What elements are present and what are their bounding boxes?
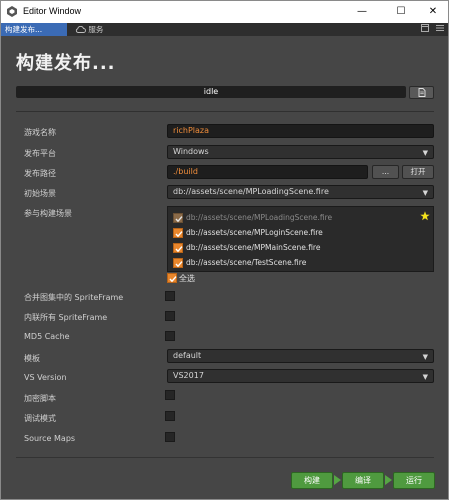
editor-window: Editor Window — ☐ ✕ 构建发布... 服务 构建发布... i… [0,0,449,500]
scene-path: db://assets/scene/TestScene.fire [186,258,307,267]
game-name-label: 游戏名称 [24,128,56,137]
vs-version-select[interactable]: VS2017 ▼ [167,369,434,383]
vs-version-label: VS Version [24,373,67,382]
tab-tools [421,24,444,34]
menu-icon[interactable] [436,24,444,32]
build-status: idle [203,87,219,96]
checkmark-icon [175,261,183,268]
scene-checkbox[interactable] [173,243,183,253]
source-maps-checkbox[interactable] [165,432,175,442]
cocos-logo-icon [7,6,17,17]
template-select[interactable]: default ▼ [167,349,434,363]
game-name-input[interactable]: richPlaza [167,124,434,138]
dropdown-arrow-icon: ▼ [422,373,428,381]
build-path-label: 发布路径 [24,169,56,178]
debug-mode-checkbox[interactable] [165,411,175,421]
platform-label: 发布平台 [24,149,56,158]
scene-path: db://assets/scene/MPLoginScene.fire [186,228,323,237]
page-title: 构建发布... [16,53,116,74]
cloud-icon [75,25,86,33]
dropdown-arrow-icon: ▼ [422,353,428,361]
tab-services[interactable]: 服务 [75,23,103,36]
run-button[interactable]: 运行 [393,472,435,489]
select-all-label[interactable]: 全选 [179,273,195,284]
scene-path: db://assets/scene/MPLoadingScene.fire [186,213,333,222]
template-label: 模板 [24,354,40,363]
template-value: default [173,351,202,360]
select-all-checkbox[interactable] [167,273,177,283]
build-path-input[interactable]: ./build [167,165,368,179]
browse-button[interactable]: ... [372,165,399,179]
option-label: 加密脚本 [24,394,56,403]
build-progress-bar: idle [16,86,406,98]
close-button[interactable]: ✕ [425,4,441,20]
checkmark-icon [175,246,183,253]
checkmark-icon [169,276,177,283]
arrow-right-icon [385,475,392,485]
scene-path: db://assets/scene/MPMainScene.fire [186,243,321,252]
divider [16,111,434,112]
start-scene-value: db://assets/scene/MPLoadingScene.fire [173,187,329,196]
vs-version-value: VS2017 [173,371,204,380]
option-label: 内联所有 SpriteFrame [24,313,108,322]
encrypt-script-checkbox[interactable] [165,390,175,400]
start-scene-select[interactable]: db://assets/scene/MPLoadingScene.fire ▼ [167,185,434,199]
checkmark-icon [175,216,183,223]
scenes-label: 参与构建场景 [24,209,72,218]
build-button[interactable]: 构建 [291,472,333,489]
document-icon [418,88,426,97]
option-label: MD5 Cache [24,332,70,341]
tab-build-label: 构建发布... [5,25,43,34]
option-label: 调试模式 [24,414,56,423]
checkmark-icon [175,231,183,238]
tab-build[interactable]: 构建发布... [1,23,67,36]
option-label: Source Maps [24,434,76,443]
start-scene-label: 初始场景 [24,189,56,198]
minimize-button[interactable]: — [354,4,370,20]
dropdown-arrow-icon: ▼ [422,189,428,197]
md5-cache-checkbox[interactable] [165,331,175,341]
dropdown-arrow-icon: ▼ [422,149,428,157]
title-bar: Editor Window — ☐ ✕ [1,1,448,23]
scene-list: db://assets/scene/MPLoadingScene.fire db… [167,206,434,272]
open-folder-button[interactable]: 打开 [402,165,434,179]
scene-checkbox[interactable] [173,258,183,268]
maximize-button[interactable]: ☐ [393,4,409,20]
inline-spriteframe-checkbox[interactable] [165,311,175,321]
tab-services-label: 服务 [88,25,104,34]
compile-button[interactable]: 编译 [342,472,384,489]
arrow-right-icon [334,475,341,485]
scene-checkbox [173,213,183,223]
tab-bar: 构建发布... 服务 [1,23,448,36]
platform-value: Windows [173,147,209,156]
platform-select[interactable]: Windows ▼ [167,145,434,159]
window-icon[interactable] [421,24,430,32]
star-icon [420,211,430,221]
scene-checkbox[interactable] [173,228,183,238]
window-title: Editor Window [23,6,82,16]
log-button[interactable] [409,86,434,99]
divider [16,457,434,458]
merge-spriteframe-checkbox[interactable] [165,291,175,301]
option-label: 合并图集中的 SpriteFrame [24,293,124,302]
